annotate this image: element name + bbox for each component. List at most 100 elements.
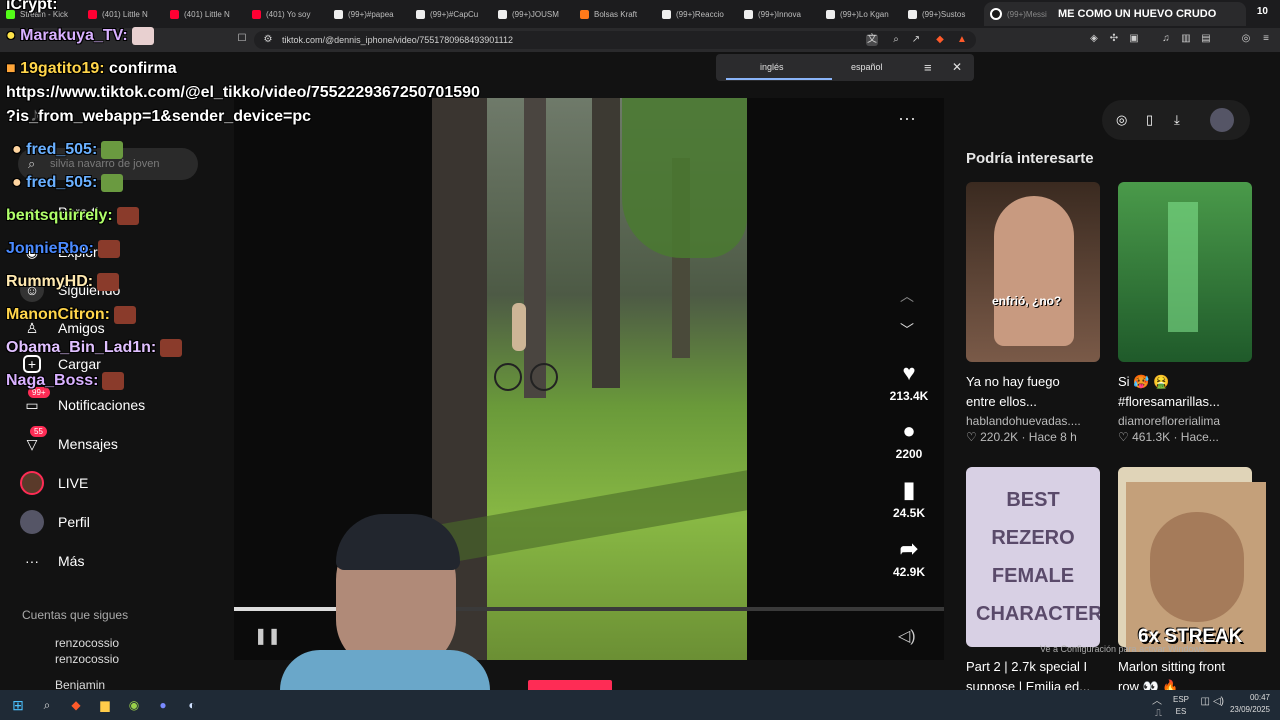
nav-live[interactable]: LIVE (20, 471, 88, 495)
card-thumbnail[interactable] (1118, 182, 1252, 362)
browser-tab[interactable]: (401) Little N (164, 0, 246, 28)
wallet-icon[interactable]: ▤ (1200, 33, 1212, 45)
brave-icon[interactable]: ◆ (65, 694, 87, 716)
browser-tab[interactable]: (99+)Reaccio (656, 0, 738, 28)
browser-tab-active[interactable]: (99+)Messi ME COMO UN HUEVO CRUDO (984, 2, 1246, 26)
reaction-face (1150, 512, 1244, 622)
tab-count-badge: 10 (1256, 6, 1268, 17)
url-field[interactable]: ⚙ tiktok.com/@dennis_iphone/video/755178… (254, 31, 976, 49)
browser-tab[interactable]: (401) Little N (82, 0, 164, 28)
chat-message: iCrypt: (6, 0, 58, 13)
recommendation-card[interactable]: enfrió, ¿no? Ya no hay fuego entre ellos… (966, 182, 1100, 444)
steam-icon[interactable]: ◐ (181, 694, 203, 716)
chat-message: ■ 19gatito19: confirma (6, 60, 177, 77)
bookmark-icon[interactable]: ☐ (236, 33, 248, 45)
emote-icon (101, 174, 124, 192)
site-settings-icon[interactable]: ⚙ (262, 34, 274, 46)
video-more-icon[interactable]: ··· (898, 108, 916, 129)
close-icon[interactable]: ✕ (952, 60, 962, 74)
chat-message: ● fred_505: (12, 141, 124, 159)
vpn-icon[interactable]: ◎ (1240, 33, 1252, 45)
discord-icon[interactable]: ● (152, 694, 174, 716)
search-icon[interactable]: ⌕ (36, 694, 58, 716)
puzzle-icon[interactable]: ✣ (1108, 33, 1120, 45)
file-explorer-icon[interactable]: ▆ (94, 694, 116, 716)
browser-tab[interactable]: (99+)Lo Kgan (820, 0, 902, 28)
browser-tab[interactable]: Bolsas Kraft (574, 0, 656, 28)
recommendation-card[interactable]: Si 🥵 🤮 #floresamarillas... diamoreflorer… (1118, 182, 1252, 444)
emote-icon (131, 27, 154, 45)
save-button[interactable]: ▮ 24.5K (880, 477, 938, 520)
translate-option-source[interactable]: inglés (760, 62, 784, 72)
card-thumbnail[interactable]: BEST REZERO FEMALE CHARACTERS (966, 467, 1100, 647)
brave-rewards-icon[interactable]: ▲ (956, 34, 968, 46)
browser-tab[interactable]: (99+)Sustos (902, 0, 974, 28)
volume-icon[interactable]: ◁) (898, 626, 916, 646)
keyboard-layout[interactable]: ESP ES (1168, 694, 1194, 718)
browser-tab[interactable]: (99+)Innova (738, 0, 820, 28)
cyclist (494, 303, 559, 418)
share-icon[interactable]: ↗ (910, 34, 922, 46)
emote-icon (160, 339, 183, 357)
download-icon[interactable]: ⤓ (1174, 112, 1180, 128)
chat-message: Naga_Boss: (6, 372, 125, 390)
prev-video-icon[interactable]: ︿ (900, 286, 914, 306)
sidebar-icon[interactable]: ▥ (1180, 33, 1192, 45)
device-icon[interactable]: ▯ (1146, 112, 1153, 128)
menu-icon[interactable]: ≡ (1260, 33, 1272, 45)
live-icon (20, 471, 44, 495)
streamer-webcam (240, 510, 510, 690)
browser-tabstrip: Stream - Kick (401) Little N (401) Littl… (0, 0, 1280, 28)
chat-message: JonnieRbo: (6, 240, 120, 258)
brave-shield-icon[interactable]: ◆ (934, 34, 946, 46)
tiktok-icon (498, 9, 507, 19)
tiktok-icon (826, 9, 835, 19)
following-account[interactable]: renzocossio renzocossio (55, 635, 119, 667)
nav-mas[interactable]: ··· Más (20, 549, 84, 573)
clock[interactable]: 00:47 23/09/2025 (1230, 692, 1270, 716)
nav-cargar[interactable]: + Cargar (20, 355, 101, 373)
translate-icon[interactable]: 文 (866, 34, 878, 46)
extensions-icon[interactable]: ◈ (1088, 33, 1100, 45)
share-button[interactable]: ➦ 42.9K (880, 536, 938, 579)
next-video-icon[interactable]: ﹀ (900, 320, 914, 340)
zoom-icon[interactable]: ⌕ (890, 34, 902, 46)
screenshot-icon[interactable]: ▣ (1128, 33, 1140, 45)
message-icon: ▽ 55 (20, 426, 47, 456)
card-thumbnail[interactable]: enfrió, ¿no? (966, 182, 1100, 362)
like-button[interactable]: ♥ 213.4K (880, 360, 938, 403)
active-app-indicator (528, 680, 612, 690)
network-icon[interactable]: ◫ (1201, 696, 1210, 708)
youtube-icon (170, 9, 179, 19)
chat-message: bentsquirrely: (6, 207, 139, 225)
emote-icon (113, 306, 136, 324)
chat-badge-icon: ● (12, 141, 22, 159)
comment-button[interactable]: ● 2200 (880, 418, 938, 461)
upload-icon: + (23, 355, 41, 373)
coin-icon[interactable]: ◎ (1116, 112, 1127, 128)
volume-icon[interactable]: ◁) (1213, 696, 1224, 708)
translate-menu-icon[interactable]: ≡ (924, 60, 932, 75)
nav-perfil[interactable]: Perfil (20, 510, 90, 534)
music-icon[interactable]: ♫ (1160, 33, 1172, 45)
nav-mensajes[interactable]: ▽ 55 Mensajes (20, 426, 118, 456)
browser-tab[interactable]: (401) Yo soy (246, 0, 328, 28)
avatar[interactable] (1210, 108, 1234, 132)
browser-tab[interactable]: (99+)#papea (328, 0, 410, 28)
browser-tab[interactable]: (99+)JOUSM (492, 0, 574, 28)
tiktok-icon (416, 9, 425, 19)
app-icon[interactable]: ◉ (123, 694, 145, 716)
translate-option-target[interactable]: español (851, 62, 883, 72)
heart-icon: ♥ (902, 360, 916, 385)
system-tray[interactable]: ︿ ⎍ ESP ES ◫ ◁) 00:47 23/09/2025 (1152, 692, 1270, 719)
browser-tab[interactable]: (99+)#CapCu (410, 0, 492, 28)
youtube-icon (88, 9, 97, 19)
chat-badge-icon: ■ (6, 60, 16, 77)
recommendation-card[interactable]: BEST REZERO FEMALE CHARACTERS Part 2 | 2… (966, 467, 1100, 697)
windows-start-icon[interactable]: ⊞ (7, 694, 29, 716)
comment-icon: ● (902, 418, 916, 443)
tray-icons: ︿ ⎍ (1152, 696, 1162, 719)
emote-icon (101, 141, 124, 159)
nav-notificaciones[interactable]: ▭ 99+ Notificaciones (20, 387, 145, 417)
bookmark-icon: ▮ (902, 477, 916, 502)
